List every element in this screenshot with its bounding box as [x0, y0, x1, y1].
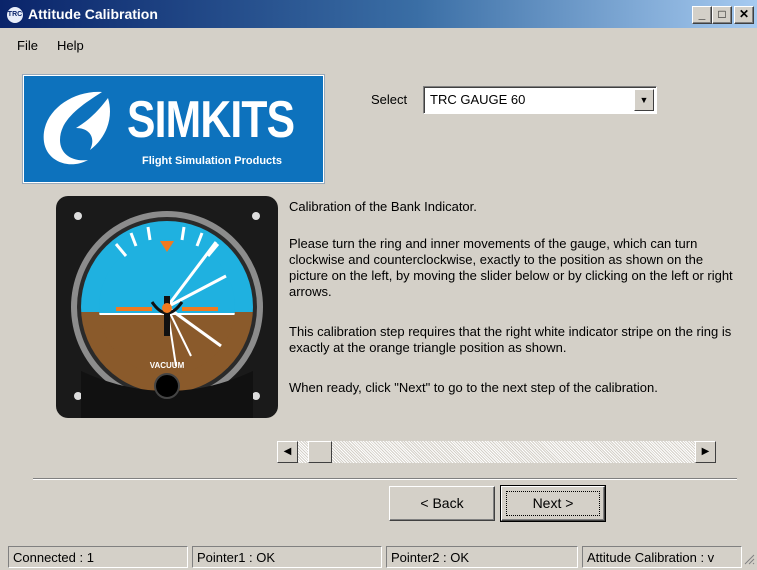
instruction-paragraph-1: Please turn the ring and inner movements… [289, 236, 733, 299]
menu-file[interactable]: File [17, 38, 38, 53]
attitude-indicator-icon: VACUUM [56, 196, 278, 418]
calibration-slider[interactable]: ◀ ▶ [277, 441, 716, 463]
chevron-down-icon[interactable]: ▼ [634, 89, 654, 111]
menu-help[interactable]: Help [57, 38, 84, 53]
slider-right-arrow[interactable]: ▶ [695, 441, 716, 463]
slider-left-arrow[interactable]: ◀ [277, 441, 298, 463]
instruction-paragraph-3: When ready, click "Next" to go to the ne… [289, 380, 658, 395]
logo-tagline: Flight Simulation Products [142, 155, 282, 167]
title-bar[interactable]: TRC Attitude Calibration _ □ ✕ [0, 0, 757, 28]
gauge-select[interactable]: TRC GAUGE 60 ▼ [423, 86, 657, 114]
resize-grip-icon[interactable] [743, 553, 755, 565]
swoosh-logo-icon [43, 91, 110, 165]
attitude-indicator-image: VACUUM [56, 196, 278, 418]
close-button[interactable]: ✕ [734, 6, 754, 24]
separator [33, 478, 737, 480]
select-label: Select [371, 92, 408, 107]
status-connected: Connected : 1 [8, 546, 188, 568]
status-bar: Connected : 1 Pointer1 : OK Pointer2 : O… [0, 543, 757, 570]
app-icon[interactable]: TRC [6, 6, 24, 24]
back-button[interactable]: < Back [389, 486, 495, 521]
maximize-button[interactable]: □ [712, 6, 732, 24]
select-value: TRC GAUGE 60 [430, 92, 526, 107]
status-mode: Attitude Calibration : v [582, 546, 742, 568]
gauge-label: VACUUM [150, 361, 185, 370]
minimize-button[interactable]: _ [692, 6, 712, 24]
window-title: Attitude Calibration [28, 6, 158, 22]
slider-thumb[interactable] [308, 441, 332, 463]
status-pointer1: Pointer1 : OK [192, 546, 382, 568]
focus-rect [506, 491, 600, 516]
status-pointer2: Pointer2 : OK [386, 546, 578, 568]
instruction-title: Calibration of the Bank Indicator. [289, 199, 477, 214]
next-button[interactable]: Next > [500, 485, 606, 522]
simkits-logo: SIMKITS Flight Simulation Products [23, 75, 324, 183]
instruction-paragraph-2: This calibration step requires that the … [289, 324, 732, 355]
logo-name: SIMKITS [127, 91, 295, 149]
